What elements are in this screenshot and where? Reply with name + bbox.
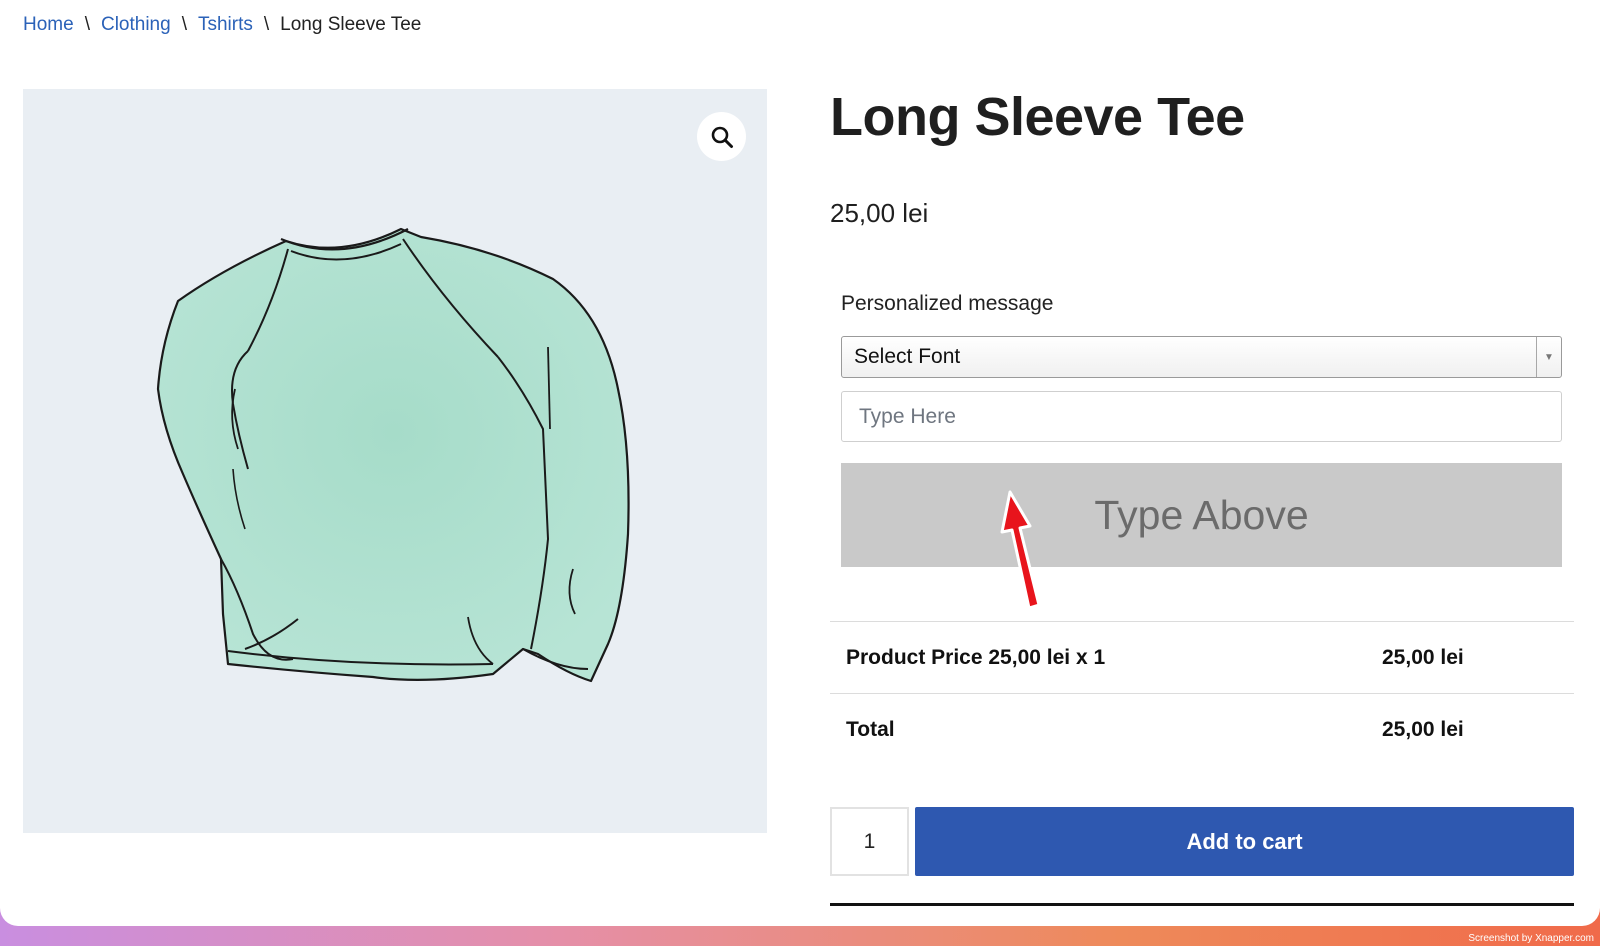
- add-to-cart-button[interactable]: Add to cart: [915, 807, 1574, 876]
- breadcrumb-link-home[interactable]: Home: [23, 14, 74, 36]
- divider: [830, 903, 1574, 906]
- chevron-down-icon: ▼: [1536, 337, 1561, 377]
- breadcrumb-current: Long Sleeve Tee: [280, 14, 422, 35]
- breadcrumb-separator: \: [181, 14, 187, 35]
- message-preview: Type Above: [841, 463, 1562, 567]
- summary-value: 25,00 lei: [1382, 718, 1464, 741]
- font-select[interactable]: Select Font ▼: [841, 336, 1562, 378]
- product-title: Long Sleeve Tee: [830, 87, 1245, 147]
- search-icon: [711, 126, 733, 148]
- price-summary: Product Price 25,00 lei x 1 25,00 lei To…: [830, 621, 1574, 765]
- zoom-button[interactable]: [697, 112, 746, 161]
- breadcrumb-separator: \: [263, 14, 270, 35]
- red-arrow-annotation-icon: [1000, 490, 1041, 610]
- breadcrumb-link-tshirts[interactable]: Tshirts: [198, 14, 253, 36]
- quantity-input[interactable]: [830, 807, 909, 876]
- summary-label: Total: [846, 718, 895, 741]
- breadcrumb-link-clothing[interactable]: Clothing: [101, 14, 171, 36]
- breadcrumb-separator: \: [84, 14, 90, 35]
- personalized-message-label: Personalized message: [841, 292, 1054, 315]
- summary-row-product-price: Product Price 25,00 lei x 1 25,00 lei: [830, 621, 1574, 693]
- summary-row-total: Total 25,00 lei: [830, 693, 1574, 765]
- watermark: Screenshot by Xnapper.com: [1468, 933, 1594, 944]
- summary-value: 25,00 lei: [1382, 646, 1464, 669]
- personalized-message-input[interactable]: [841, 391, 1562, 442]
- page: Home \ Clothing \ Tshirts \ Long Sleeve …: [0, 0, 1600, 926]
- summary-label: Product Price 25,00 lei x 1: [846, 646, 1106, 669]
- font-select-value: Select Font: [854, 345, 961, 368]
- product-gallery[interactable]: [23, 89, 767, 833]
- product-price: 25,00 lei: [830, 198, 929, 228]
- breadcrumb: Home \ Clothing \ Tshirts \ Long Sleeve …: [23, 14, 421, 36]
- long-sleeve-tshirt-image: [156, 227, 630, 683]
